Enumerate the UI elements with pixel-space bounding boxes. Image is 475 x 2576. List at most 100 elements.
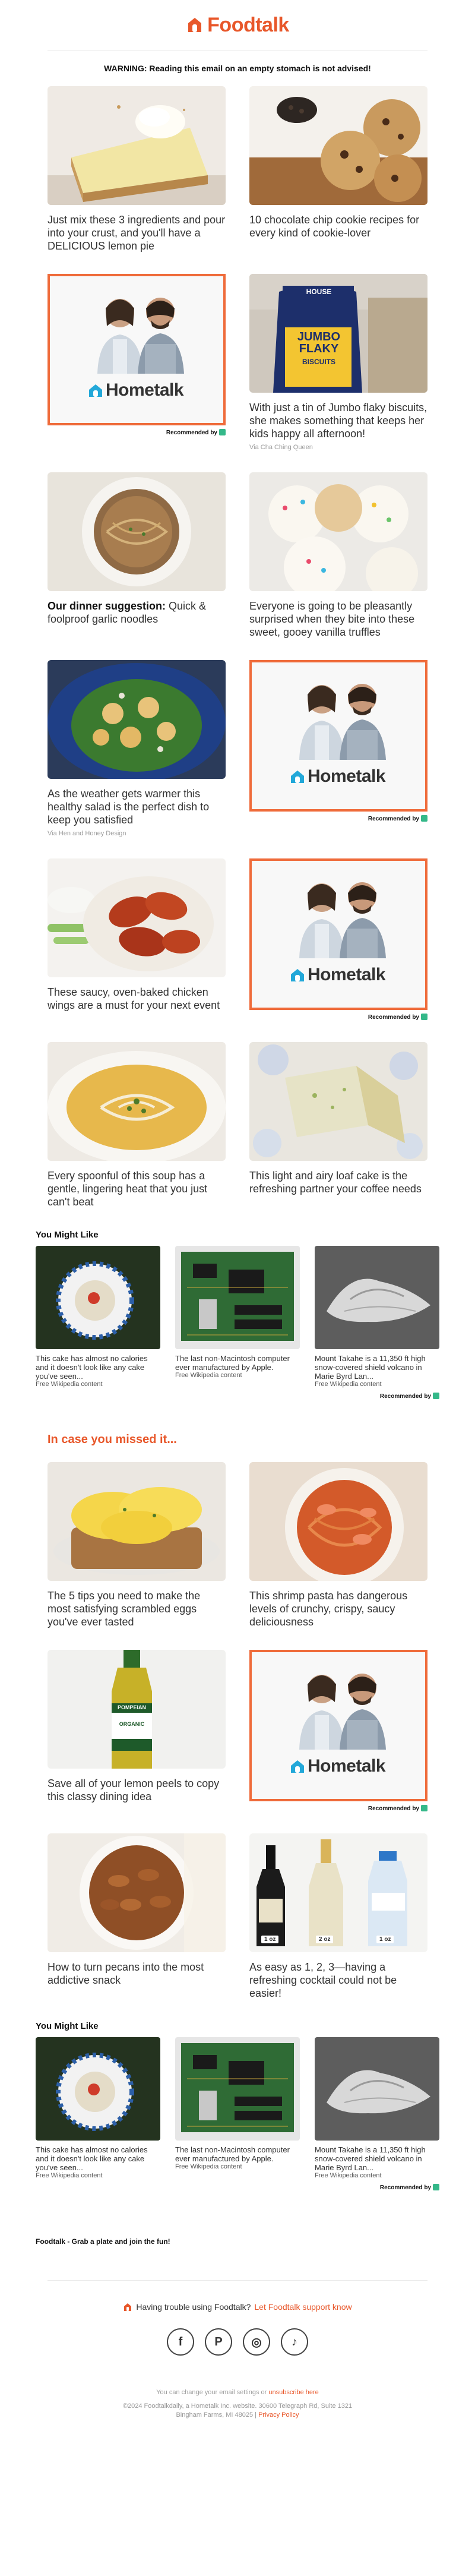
- recommended-by[interactable]: Recommended by: [48, 429, 226, 436]
- circuit-board-image[interactable]: [175, 1246, 300, 1349]
- you-might-like-title: You Might Like: [36, 1230, 99, 1240]
- biscuits-image[interactable]: HOUSE JUMBO FLAKY BISCUITS: [249, 274, 428, 393]
- salad-image[interactable]: [48, 660, 226, 779]
- sponsored-text[interactable]: The last non-Macintosh computer ever man…: [175, 1354, 300, 1372]
- soup-image[interactable]: [48, 1042, 226, 1161]
- support-link[interactable]: Let Foodtalk support know: [254, 2302, 352, 2312]
- recommended-by[interactable]: Recommended by: [249, 1805, 428, 1812]
- header: Foodtalk: [0, 0, 475, 50]
- article-title[interactable]: How to turn pecans into the most addicti…: [48, 1961, 226, 1987]
- article-card[interactable]: 10 chocolate chip cookie recipes for eve…: [249, 86, 428, 252]
- recommended-label: Recommended by: [379, 1393, 431, 1400]
- sponsored-card[interactable]: Mount Takahe is a 11,350 ft high snow-co…: [315, 1246, 439, 1388]
- article-title[interactable]: As easy as 1, 2, 3—having a refreshing c…: [249, 1961, 428, 2000]
- shrimp-pasta-image[interactable]: [249, 1462, 428, 1581]
- hometalk-ad[interactable]: Hometalk Recommended by: [249, 858, 428, 1021]
- pinterest-icon[interactable]: P: [205, 2328, 232, 2356]
- plate-image[interactable]: [36, 2037, 160, 2141]
- article-card[interactable]: 1 oz 2 oz 1 oz As easy as 1, 2, 3—having…: [249, 1833, 428, 2000]
- cookies-image[interactable]: [249, 86, 428, 205]
- article-row: Every spoonful of this soup has a gentle…: [48, 1042, 428, 1208]
- hometalk-brand-name: Hometalk: [308, 965, 386, 984]
- article-title[interactable]: This light and airy loaf cake is the ref…: [249, 1169, 428, 1195]
- article-row: These saucy, oven-baked chicken wings ar…: [48, 858, 428, 1021]
- loaf-cake-image[interactable]: [249, 1042, 428, 1161]
- recommended-label: Recommended by: [368, 816, 419, 822]
- volcano-image[interactable]: [315, 1246, 439, 1349]
- hometalk-ad-banner[interactable]: Hometalk: [249, 1650, 428, 1801]
- recommended-by[interactable]: Recommended by: [249, 1014, 428, 1021]
- article-card[interactable]: These saucy, oven-baked chicken wings ar…: [48, 858, 226, 1021]
- hometalk-ad-banner[interactable]: Hometalk: [48, 274, 226, 425]
- article-title[interactable]: 10 chocolate chip cookie recipes for eve…: [249, 213, 428, 239]
- sponsored-card[interactable]: The last non-Macintosh computer ever man…: [175, 1246, 300, 1388]
- recommended-by[interactable]: Recommended by: [249, 815, 428, 822]
- facebook-icon[interactable]: f: [167, 2328, 194, 2356]
- scrambled-eggs-image[interactable]: [48, 1462, 226, 1581]
- sponsored-card[interactable]: This cake has almost no calories and it …: [36, 2037, 160, 2179]
- chicken-wings-image[interactable]: [48, 858, 226, 977]
- article-card[interactable]: POMPEIAN ORGANIC Save all of your lemon …: [48, 1650, 226, 1812]
- sponsored-text[interactable]: This cake has almost no calories and it …: [36, 2145, 160, 2172]
- warning-text: WARNING: Reading this email on an empty …: [104, 64, 371, 73]
- circuit-board-image[interactable]: [175, 2037, 300, 2141]
- hometalk-ad-banner[interactable]: Hometalk: [249, 858, 428, 1010]
- recommender-logo-icon: [219, 429, 226, 435]
- plate-image[interactable]: [36, 1246, 160, 1349]
- recommended-by[interactable]: Recommended by: [36, 2184, 439, 2191]
- cocktail-bottles-image[interactable]: 1 oz 2 oz 1 oz: [249, 1833, 428, 1952]
- article-title[interactable]: With just a tin of Jumbo flaky biscuits,…: [249, 401, 428, 440]
- article-title[interactable]: Every spoonful of this soup has a gentle…: [48, 1169, 226, 1208]
- sponsored-text[interactable]: Mount Takahe is a 11,350 ft high snow-co…: [315, 2145, 439, 2172]
- sponsored-card[interactable]: This cake has almost no calories and it …: [36, 1246, 160, 1388]
- article-card[interactable]: This shrimp pasta has dangerous levels o…: [249, 1462, 428, 1628]
- article-title[interactable]: Our dinner suggestion: Quick & foolproof…: [48, 599, 226, 626]
- article-title[interactable]: This shrimp pasta has dangerous levels o…: [249, 1589, 428, 1628]
- article-card[interactable]: Everyone is going to be pleasantly surpr…: [249, 472, 428, 639]
- hometalk-ad[interactable]: Hometalk Recommended by: [48, 274, 226, 451]
- article-card[interactable]: As the weather gets warmer this healthy …: [48, 660, 226, 837]
- article-card[interactable]: HOUSE JUMBO FLAKY BISCUITS With just a tin…: [249, 274, 428, 451]
- olive-oil-image[interactable]: POMPEIAN ORGANIC: [48, 1650, 226, 1769]
- hometalk-ad[interactable]: Hometalk Recommended by: [249, 1650, 428, 1812]
- sponsored-text[interactable]: The last non-Macintosh computer ever man…: [175, 2145, 300, 2163]
- article-title[interactable]: These saucy, oven-baked chicken wings ar…: [48, 986, 226, 1012]
- tiktok-icon[interactable]: ♪: [281, 2328, 308, 2356]
- sponsored-card[interactable]: The last non-Macintosh computer ever man…: [175, 2037, 300, 2179]
- article-card[interactable]: This light and airy loaf cake is the ref…: [249, 1042, 428, 1208]
- instagram-icon[interactable]: ◎: [243, 2328, 270, 2356]
- privacy-policy-link[interactable]: Privacy Policy: [258, 2411, 299, 2419]
- article-title[interactable]: The 5 tips you need to make the most sat…: [48, 1589, 226, 1628]
- recommended-label: Recommended by: [368, 1805, 419, 1812]
- garlic-noodles-image[interactable]: [48, 472, 226, 591]
- brand-name: Foodtalk: [207, 13, 289, 36]
- article-title[interactable]: Just mix these 3 ingredients and pour in…: [48, 213, 226, 252]
- title-emphasis: Our dinner suggestion:: [48, 600, 166, 612]
- article-card[interactable]: How to turn pecans into the most addicti…: [48, 1833, 226, 2000]
- unsubscribe-link[interactable]: unsubscribe here: [268, 2389, 318, 2396]
- pecans-image[interactable]: [48, 1833, 226, 1952]
- article-card[interactable]: Our dinner suggestion: Quick & foolproof…: [48, 472, 226, 639]
- truffles-image[interactable]: [249, 472, 428, 591]
- article-card[interactable]: Every spoonful of this soup has a gentle…: [48, 1042, 226, 1208]
- foodtalk-logo[interactable]: Foodtalk: [186, 14, 289, 37]
- article-card[interactable]: The 5 tips you need to make the most sat…: [48, 1462, 226, 1628]
- hometalk-house-icon: [89, 384, 102, 397]
- article-title[interactable]: Everyone is going to be pleasantly surpr…: [249, 599, 428, 639]
- lemon-pie-image[interactable]: [48, 86, 226, 205]
- article-card[interactable]: Just mix these 3 ingredients and pour in…: [48, 86, 226, 252]
- article-row: Our dinner suggestion: Quick & foolproof…: [48, 472, 428, 639]
- bottle-label: POMPEIAN: [117, 1704, 146, 1710]
- article-title[interactable]: As the weather gets warmer this healthy …: [48, 787, 226, 826]
- hometalk-ad-banner[interactable]: Hometalk: [249, 660, 428, 812]
- sponsored-card[interactable]: Mount Takahe is a 11,350 ft high snow-co…: [315, 2037, 439, 2179]
- sponsored-text[interactable]: This cake has almost no calories and it …: [36, 1354, 160, 1381]
- recommended-by[interactable]: Recommended by: [36, 1393, 439, 1400]
- volcano-image[interactable]: [315, 2037, 439, 2141]
- article-title[interactable]: Save all of your lemon peels to copy thi…: [48, 1777, 226, 1803]
- address-text: Bingham Farms, MI 48025: [176, 2411, 254, 2419]
- hometalk-ad[interactable]: Hometalk Recommended by: [249, 660, 428, 837]
- sponsored-text[interactable]: Mount Takahe is a 11,350 ft high snow-co…: [315, 1354, 439, 1381]
- sponsored-source: Free Wikipedia content: [36, 1381, 103, 1388]
- article-source: Via Cha Ching Queen: [249, 444, 313, 451]
